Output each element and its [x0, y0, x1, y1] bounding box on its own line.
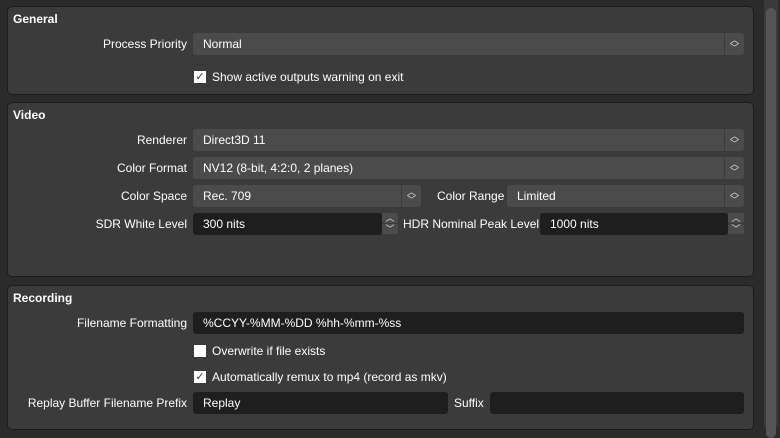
process-priority-value: Normal — [203, 37, 242, 51]
general-group: General Process Priority Normal ︿ ﹀ ✓ Show … — [7, 6, 754, 95]
color-range-label: Color Range — [437, 189, 505, 203]
show-warning-checkbox[interactable]: ✓ Show active outputs warning on exit — [194, 69, 403, 85]
updown-icon: ︿ ﹀ — [724, 33, 744, 55]
sdr-spinner[interactable]: ︿ ﹀ — [382, 213, 398, 235]
video-title: Video — [13, 108, 46, 122]
suffix-input[interactable] — [490, 392, 744, 414]
renderer-label: Renderer — [136, 133, 187, 147]
suffix-label: Suffix — [454, 396, 484, 410]
recording-title: Recording — [13, 291, 73, 305]
color-format-combo[interactable]: NV12 (8-bit, 4:2:0, 2 planes) ︿ ﹀ — [193, 157, 744, 179]
process-priority-label: Process Priority — [102, 37, 187, 51]
hdr-spinner[interactable]: ︿ ﹀ — [728, 213, 744, 235]
chevron-down-icon[interactable]: ﹀ — [728, 224, 744, 235]
hdr-label: HDR Nominal Peak Level — [403, 217, 540, 231]
updown-icon: ︿ ﹀ — [724, 129, 744, 151]
vertical-scrollbar[interactable] — [764, 0, 778, 438]
video-group: Video Renderer Direct3D 11 ︿ ﹀ Color Forma… — [7, 102, 754, 277]
overwrite-label: Overwrite if file exists — [212, 344, 326, 358]
updown-icon: ︿ ﹀ — [724, 185, 744, 207]
general-title: General — [13, 12, 58, 26]
renderer-value: Direct3D 11 — [203, 133, 266, 147]
remux-label: Automatically remux to mp4 (record as mk… — [212, 370, 447, 384]
prefix-input[interactable]: Replay — [193, 392, 448, 414]
chevron-up-icon[interactable]: ︿ — [728, 213, 744, 224]
filename-label: Filename Formatting — [76, 316, 187, 330]
renderer-combo[interactable]: Direct3D 11 ︿ ﹀ — [193, 129, 744, 151]
chevron-down-icon[interactable]: ﹀ — [382, 224, 398, 235]
show-warning-label: Show active outputs warning on exit — [212, 70, 404, 84]
check-icon: ✓ — [194, 71, 206, 83]
color-format-value: NV12 (8-bit, 4:2:0, 2 planes) — [203, 161, 354, 175]
filename-input[interactable]: %CCYY-%MM-%DD %hh-%mm-%ss — [193, 312, 744, 334]
sdr-input[interactable]: 300 nits — [193, 213, 382, 235]
overwrite-checkbox[interactable]: Overwrite if file exists — [194, 343, 325, 359]
remux-checkbox[interactable]: ✓ Automatically remux to mp4 (record as m… — [194, 369, 447, 385]
color-space-combo[interactable]: Rec. 709 ︿ ﹀ — [193, 185, 421, 207]
hdr-input[interactable]: 1000 nits — [540, 213, 728, 235]
sdr-label: SDR White Level — [95, 217, 187, 231]
updown-icon: ︿ ﹀ — [724, 157, 744, 179]
recording-group: Recording Filename Formatting %CCYY-%MM-… — [7, 285, 754, 430]
checkbox-empty-icon — [194, 345, 206, 357]
process-priority-combo[interactable]: Normal ︿ ﹀ — [193, 33, 744, 55]
check-icon: ✓ — [194, 371, 206, 383]
color-format-label: Color Format — [116, 161, 187, 175]
prefix-label: Replay Buffer Filename Prefix — [27, 396, 187, 410]
color-space-value: Rec. 709 — [203, 189, 252, 203]
updown-icon: ︿ ﹀ — [401, 185, 421, 207]
chevron-up-icon[interactable]: ︿ — [382, 213, 398, 224]
scrollbar-handle[interactable] — [766, 8, 776, 438]
color-space-label: Color Space — [120, 189, 187, 203]
color-range-combo[interactable]: Limited ︿ ﹀ — [507, 185, 744, 207]
color-range-value: Limited — [517, 189, 556, 203]
